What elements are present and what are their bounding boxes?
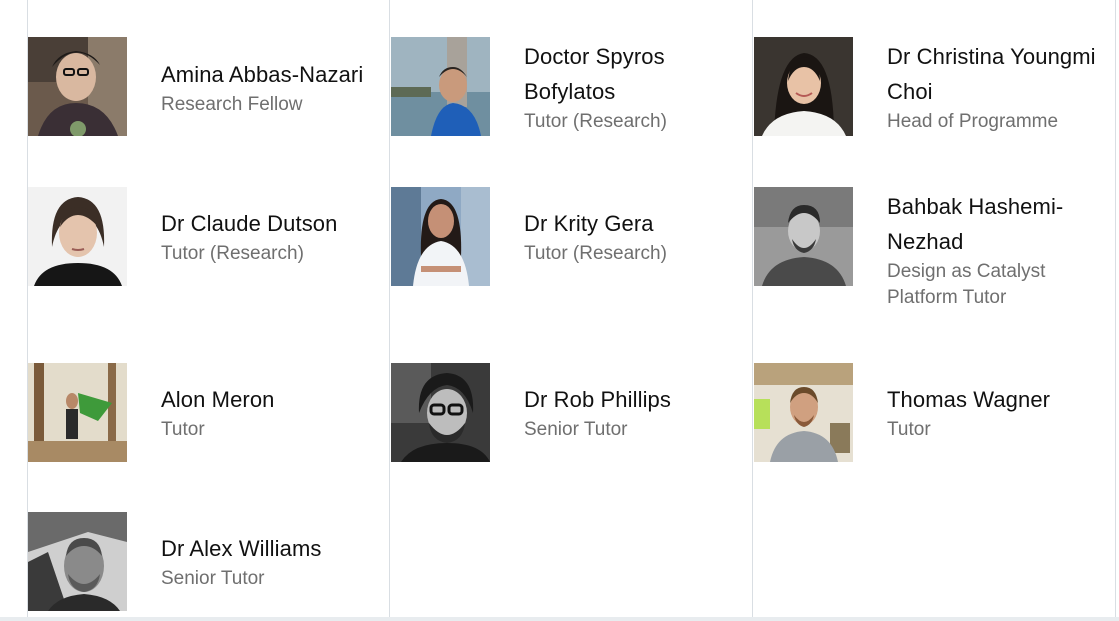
staff-name[interactable]: Dr Krity Gera <box>524 206 754 241</box>
staff-role: Senior Tutor <box>524 419 628 440</box>
person-photo-icon[interactable] <box>754 363 853 462</box>
staff-card[interactable]: Dr Christina Youngmi Choi Head of Progra… <box>754 37 1106 137</box>
staff-info: Amina Abbas-Nazari Research Fellow <box>161 57 391 118</box>
person-photo-icon[interactable] <box>391 363 490 462</box>
staff-info: Doctor Spyros Bofylatos Tutor (Research) <box>524 39 754 135</box>
staff-card[interactable]: Doctor Spyros Bofylatos Tutor (Research) <box>391 37 743 137</box>
staff-role: Senior Tutor <box>161 568 265 589</box>
staff-info: Thomas Wagner Tutor <box>887 382 1117 443</box>
person-photo-icon[interactable] <box>391 37 490 136</box>
staff-role: Design as Catalyst Platform Tutor <box>887 261 1046 308</box>
staff-name[interactable]: Dr Rob Phillips <box>524 382 754 417</box>
staff-name[interactable]: Dr Christina Youngmi Choi <box>887 39 1117 109</box>
staff-name[interactable]: Alon Meron <box>161 382 391 417</box>
staff-role: Research Fellow <box>161 94 303 115</box>
staff-info: Bahbak Hashemi-Nezhad Design as Catalyst… <box>887 189 1117 311</box>
staff-card[interactable]: Dr Rob Phillips Senior Tutor <box>391 363 743 463</box>
person-photo-icon[interactable] <box>28 37 127 136</box>
person-photo-icon[interactable] <box>28 363 127 462</box>
staff-role: Tutor <box>887 419 931 440</box>
staff-info: Dr Rob Phillips Senior Tutor <box>524 382 754 443</box>
staff-card[interactable]: Dr Alex Williams Senior Tutor <box>28 512 380 612</box>
staff-info: Dr Krity Gera Tutor (Research) <box>524 206 754 267</box>
person-photo-icon[interactable] <box>391 187 490 286</box>
staff-role: Tutor (Research) <box>524 243 667 264</box>
staff-card[interactable]: Thomas Wagner Tutor <box>754 363 1106 463</box>
staff-card[interactable]: Alon Meron Tutor <box>28 363 380 463</box>
person-photo-icon[interactable] <box>754 187 853 286</box>
staff-name[interactable]: Thomas Wagner <box>887 382 1117 417</box>
staff-directory: Amina Abbas-Nazari Research Fellow Docto… <box>0 0 1119 621</box>
staff-name[interactable]: Bahbak Hashemi-Nezhad <box>887 189 1117 259</box>
staff-name[interactable]: Dr Claude Dutson <box>161 206 391 241</box>
staff-card[interactable]: Dr Krity Gera Tutor (Research) <box>391 187 743 287</box>
staff-name[interactable]: Dr Alex Williams <box>161 531 391 566</box>
staff-card[interactable]: Bahbak Hashemi-Nezhad Design as Catalyst… <box>754 187 1106 308</box>
staff-info: Dr Christina Youngmi Choi Head of Progra… <box>887 39 1117 135</box>
staff-info: Alon Meron Tutor <box>161 382 391 443</box>
staff-name[interactable]: Amina Abbas-Nazari <box>161 57 391 92</box>
bottom-border <box>0 617 1119 621</box>
person-photo-icon[interactable] <box>28 187 127 286</box>
staff-info: Dr Claude Dutson Tutor (Research) <box>161 206 391 267</box>
person-photo-icon[interactable] <box>754 37 853 136</box>
staff-card[interactable]: Amina Abbas-Nazari Research Fellow <box>28 37 380 137</box>
staff-role: Tutor <box>161 419 205 440</box>
staff-role: Tutor (Research) <box>161 243 304 264</box>
staff-role: Head of Programme <box>887 111 1059 132</box>
staff-role: Tutor (Research) <box>524 111 667 132</box>
staff-name[interactable]: Doctor Spyros Bofylatos <box>524 39 754 109</box>
person-photo-icon[interactable] <box>28 512 127 611</box>
staff-card[interactable]: Dr Claude Dutson Tutor (Research) <box>28 187 380 287</box>
staff-info: Dr Alex Williams Senior Tutor <box>161 531 391 592</box>
